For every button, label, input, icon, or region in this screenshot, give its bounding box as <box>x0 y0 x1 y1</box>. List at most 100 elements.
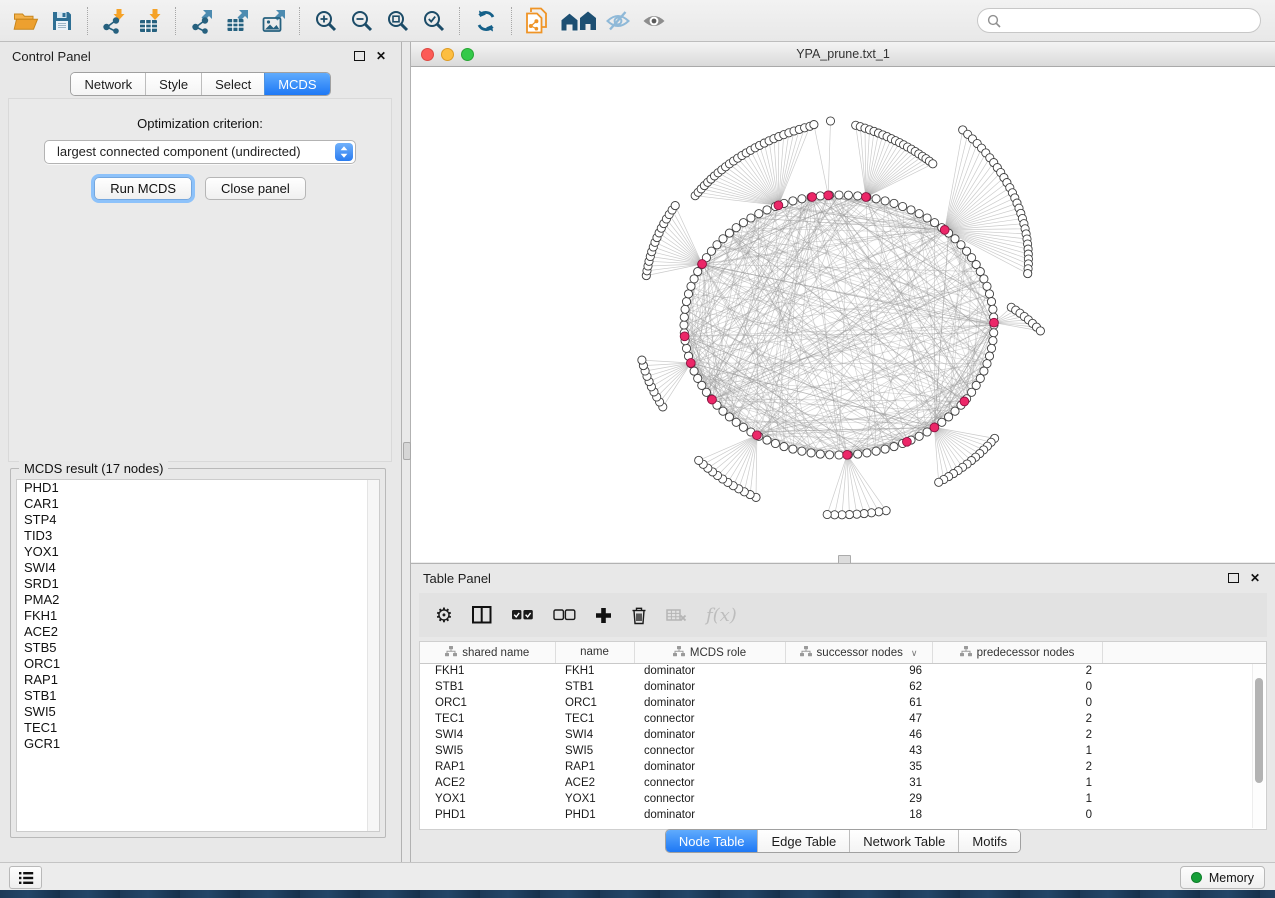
minimize-window-button[interactable] <box>441 48 454 61</box>
zoom-out-button[interactable] <box>344 5 380 37</box>
table-scrollbar-thumb[interactable] <box>1255 678 1263 783</box>
import-table-icon <box>137 8 163 34</box>
open-file-button[interactable] <box>8 5 44 37</box>
import-table-button[interactable] <box>132 5 168 37</box>
mcds-result-item[interactable]: STB1 <box>17 688 379 704</box>
unselect-all-columns-button[interactable] <box>553 609 576 621</box>
tab-style[interactable]: Style <box>145 73 201 95</box>
table-row[interactable]: FKH1FKH1dominator962 <box>420 663 1266 679</box>
close-mcds-panel-button[interactable]: Close panel <box>205 177 306 200</box>
tab-network-table[interactable]: Network Table <box>849 830 958 852</box>
mcds-result-item[interactable]: FKH1 <box>17 608 379 624</box>
column-header-name[interactable]: name <box>555 642 634 663</box>
column-header-predecessor-nodes[interactable]: predecessor nodes <box>932 642 1102 663</box>
mcds-result-item[interactable]: CAR1 <box>17 496 379 512</box>
table-row[interactable]: YOX1YOX1connector291 <box>420 791 1266 807</box>
tab-mcds[interactable]: MCDS <box>264 73 329 95</box>
export-network-icon <box>189 8 215 34</box>
mcds-result-item[interactable]: ACE2 <box>17 624 379 640</box>
mcds-panel: Optimization criterion: largest connecte… <box>8 98 392 462</box>
maximize-window-button[interactable] <box>461 48 474 61</box>
welcome-screen-button[interactable] <box>556 5 600 37</box>
tab-network[interactable]: Network <box>71 73 145 95</box>
zoom-selected-button[interactable] <box>416 5 452 37</box>
mcds-result-item[interactable]: SRD1 <box>17 576 379 592</box>
network-canvas[interactable] <box>411 67 1275 562</box>
float-table-panel-button[interactable] <box>1225 570 1241 586</box>
table-row[interactable]: TEC1TEC1connector472 <box>420 711 1266 727</box>
mcds-result-item[interactable]: PMA2 <box>17 592 379 608</box>
toolbar-separator <box>299 7 301 35</box>
mcds-result-item[interactable]: ORC1 <box>17 656 379 672</box>
clone-network-button[interactable] <box>520 5 556 37</box>
export-table-button[interactable] <box>220 5 256 37</box>
mcds-result-item[interactable]: SWI4 <box>17 560 379 576</box>
export-network-button[interactable] <box>184 5 220 37</box>
network-view-titlebar[interactable]: YPA_prune.txt_1 <box>411 42 1275 67</box>
criterion-dropdown[interactable]: largest connected component (undirected) <box>44 140 356 164</box>
control-panel-title: Control Panel <box>12 49 91 64</box>
zoom-fit-button[interactable] <box>380 5 416 37</box>
mcds-result-item[interactable]: PHD1 <box>17 480 379 496</box>
task-history-button[interactable] <box>9 866 42 889</box>
desktop-background <box>0 890 1275 898</box>
plus-icon <box>595 607 612 624</box>
column-header-mcds-role[interactable]: MCDS role <box>634 642 785 663</box>
search-field[interactable] <box>977 8 1261 33</box>
delete-column-button[interactable] <box>631 606 647 625</box>
search-input[interactable] <box>1007 13 1251 29</box>
eye-slash-icon <box>605 9 631 33</box>
mcds-result-item[interactable]: STB5 <box>17 640 379 656</box>
close-panel-button[interactable]: ✕ <box>373 48 389 64</box>
tab-edge-table[interactable]: Edge Table <box>757 830 849 852</box>
table-row[interactable]: ACE2ACE2connector311 <box>420 775 1266 791</box>
function-builder-button[interactable]: f(x) <box>706 605 737 626</box>
table-row[interactable]: PHD1PHD1dominator180 <box>420 807 1266 823</box>
splitter-handle[interactable] <box>403 442 411 460</box>
tab-motifs[interactable]: Motifs <box>958 830 1020 852</box>
zoom-in-button[interactable] <box>308 5 344 37</box>
table-row[interactable]: STB1STB1dominator620 <box>420 679 1266 695</box>
table-row[interactable]: SWI5SWI5connector431 <box>420 743 1266 759</box>
table-row[interactable]: ORC1ORC1dominator610 <box>420 695 1266 711</box>
column-header-shared-name[interactable]: shared name <box>420 642 555 663</box>
table-row[interactable]: SWI4SWI4dominator462 <box>420 727 1266 743</box>
import-network-button[interactable] <box>96 5 132 37</box>
save-session-button[interactable] <box>44 5 80 37</box>
settings-gear-button[interactable]: ⚙ <box>435 603 453 628</box>
show-graphics-details-button[interactable] <box>636 5 672 37</box>
float-panel-button[interactable] <box>351 48 367 64</box>
export-image-button[interactable] <box>256 5 292 37</box>
main-toolbar <box>0 0 1275 42</box>
tab-select[interactable]: Select <box>201 73 264 95</box>
mcds-result-item[interactable]: STP4 <box>17 512 379 528</box>
table-panel-title: Table Panel <box>423 571 491 586</box>
float-icon <box>354 51 365 61</box>
mcds-list-scrollbar[interactable] <box>367 480 379 831</box>
table-scrollbar[interactable] <box>1252 664 1265 828</box>
mcds-result-item[interactable]: TEC1 <box>17 720 379 736</box>
split-columns-button[interactable] <box>472 606 492 624</box>
vertical-splitter[interactable] <box>402 42 411 862</box>
table-row[interactable]: RAP1RAP1dominator352 <box>420 759 1266 775</box>
mcds-result-item[interactable]: YOX1 <box>17 544 379 560</box>
table-panel-header: Table Panel ✕ <box>411 564 1275 592</box>
column-header-successor-nodes[interactable]: successor nodes∨ <box>785 642 932 663</box>
close-window-button[interactable] <box>421 48 434 61</box>
toolbar-separator <box>459 7 461 35</box>
mcds-result-item[interactable]: RAP1 <box>17 672 379 688</box>
select-all-columns-button[interactable] <box>511 609 534 621</box>
close-table-panel-button[interactable]: ✕ <box>1247 570 1263 586</box>
memory-button[interactable]: Memory <box>1180 866 1265 889</box>
delete-table-button[interactable] <box>666 607 687 623</box>
hide-graphics-details-button[interactable] <box>600 5 636 37</box>
add-column-button[interactable] <box>595 607 612 624</box>
mcds-result-item[interactable]: GCR1 <box>17 736 379 752</box>
houses-icon <box>560 9 596 33</box>
mcds-result-item[interactable]: TID3 <box>17 528 379 544</box>
tab-node-table[interactable]: Node Table <box>666 830 758 852</box>
refresh-view-button[interactable] <box>468 5 504 37</box>
mcds-result-list[interactable]: PHD1CAR1STP4TID3YOX1SWI4SRD1PMA2FKH1ACE2… <box>16 479 380 832</box>
mcds-result-item[interactable]: SWI5 <box>17 704 379 720</box>
run-mcds-button[interactable]: Run MCDS <box>94 177 192 200</box>
